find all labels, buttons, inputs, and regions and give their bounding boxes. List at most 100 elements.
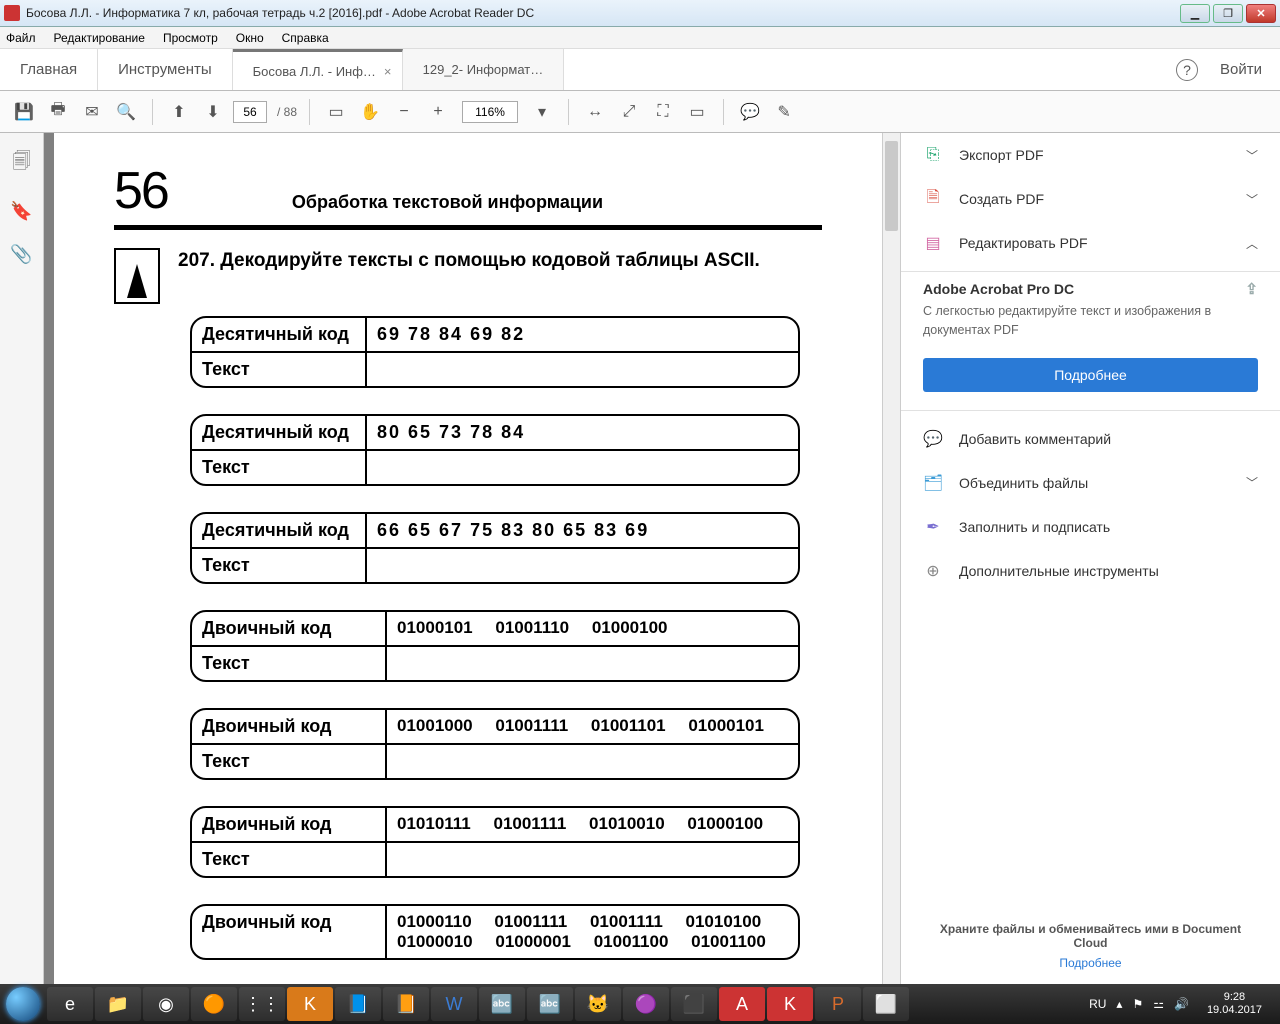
label-text: Текст <box>192 353 367 386</box>
upper-tab-row: Главная Инструменты Босова Л.Л. - Инф… ×… <box>0 49 1280 91</box>
add-comment-item[interactable]: 💬 Добавить комментарий <box>901 417 1280 461</box>
taskbar-chrome-icon[interactable]: ◉ <box>143 987 189 1021</box>
comment-icon[interactable]: 💬 <box>736 98 764 126</box>
fill-sign-item[interactable]: ✒ Заполнить и подписать <box>901 505 1280 549</box>
menu-bar: Файл Редактирование Просмотр Окно Справк… <box>0 27 1280 49</box>
label-text: Текст <box>192 843 387 876</box>
taskbar-word-icon[interactable]: W <box>431 987 477 1021</box>
edit-pdf-item[interactable]: ▤ Редактировать PDF ︿ <box>901 221 1280 265</box>
taskbar-clock[interactable]: 9:28 19.04.2017 <box>1199 991 1270 1017</box>
more-tools-item[interactable]: ⊕ Дополнительные инструменты <box>901 549 1280 593</box>
edit-icon: ▤ <box>923 233 943 253</box>
taskbar-app-icon[interactable]: K <box>287 987 333 1021</box>
mail-icon[interactable]: ✉ <box>78 98 106 126</box>
taskbar-explorer-icon[interactable]: 📁 <box>95 987 141 1021</box>
taskbar-app-icon[interactable]: 🔤 <box>527 987 573 1021</box>
start-button[interactable] <box>0 984 46 1024</box>
window-close-button[interactable]: ✕ <box>1246 4 1276 23</box>
tray-arrow-icon[interactable]: ▴ <box>1116 997 1122 1011</box>
taskbar-app-icon[interactable]: 📙 <box>383 987 429 1021</box>
share-icon[interactable]: ⇪ <box>1245 280 1258 298</box>
document-viewport[interactable]: 56 Обработка текстовой информации 207. Д… <box>44 133 900 984</box>
create-icon: 🗎 <box>923 186 943 213</box>
page-number-heading: 56 <box>114 161 168 221</box>
page-up-icon[interactable]: ⬆ <box>165 98 193 126</box>
login-link[interactable]: Войти <box>1220 61 1262 78</box>
signature-icon: ✒ <box>923 517 943 537</box>
taskbar-app-icon[interactable]: K <box>767 987 813 1021</box>
taskbar-app-icon[interactable]: ⋮⋮ <box>239 987 285 1021</box>
language-indicator[interactable]: RU <box>1089 997 1106 1011</box>
export-pdf-item[interactable]: ⎘ Экспорт PDF ﹀ <box>901 133 1280 177</box>
taskbar-ie-icon[interactable]: e <box>47 987 93 1021</box>
learn-more-button[interactable]: Подробнее <box>923 358 1258 392</box>
chapter-title: Обработка текстовой информации <box>292 192 603 213</box>
fit-page-icon[interactable]: ⤢ <box>615 98 643 126</box>
document-scrollbar[interactable] <box>882 133 900 984</box>
window-minimize-button[interactable]: ▁ <box>1180 4 1210 23</box>
menu-window[interactable]: Окно <box>236 31 264 45</box>
taskbar-app-icon[interactable]: 🟣 <box>623 987 669 1021</box>
label-dec: Десятичный код <box>192 514 367 547</box>
taskbar-acrobat-icon[interactable]: A <box>719 987 765 1021</box>
tools-panel: ⎘ Экспорт PDF ﹀ 🗎 Создать PDF ﹀ ▤ Редакт… <box>900 133 1280 984</box>
page-number-input[interactable] <box>233 101 267 123</box>
highlight-icon[interactable]: ✎ <box>770 98 798 126</box>
taskbar-app-icon[interactable]: 🐱 <box>575 987 621 1021</box>
combine-files-item[interactable]: 🗂 Объединить файлы ﹀ <box>901 461 1280 505</box>
fit-width-icon[interactable]: ↔ <box>581 98 609 126</box>
document-tab-1-label: Босова Л.Л. - Инф… <box>253 64 376 79</box>
help-icon[interactable]: ? <box>1176 59 1198 81</box>
zoom-level-input[interactable] <box>462 101 518 123</box>
left-rail: 🗐 🔖 📎 <box>0 133 44 984</box>
taskbar-app-icon[interactable]: ⬛ <box>671 987 717 1021</box>
zoom-in-icon[interactable]: + <box>424 98 452 126</box>
tab-tools[interactable]: Инструменты <box>98 49 233 90</box>
code-value: 01000101 01001110 01000100 <box>387 612 798 645</box>
window-maximize-button[interactable]: ❐ <box>1213 4 1243 23</box>
document-tab-1[interactable]: Босова Л.Л. - Инф… × <box>233 49 403 90</box>
taskbar-powerpoint-icon[interactable]: P <box>815 987 861 1021</box>
chevron-down-icon: ﹀ <box>1246 147 1258 164</box>
menu-view[interactable]: Просмотр <box>163 31 218 45</box>
chevron-up-icon: ︿ <box>1246 235 1258 252</box>
bookmark-icon[interactable]: 🔖 <box>10 201 32 222</box>
tray-volume-icon[interactable]: 🔊 <box>1174 997 1189 1011</box>
taskbar-app-icon[interactable]: 📘 <box>335 987 381 1021</box>
fullscreen-icon[interactable]: ⛶ <box>649 98 677 126</box>
code-table-2: Десятичный код80 65 73 78 84 Текст <box>190 414 800 486</box>
windows-taskbar: e 📁 ◉ 🟠 ⋮⋮ K 📘 📙 W 🔤 🔤 🐱 🟣 ⬛ A K P ⬜ RU … <box>0 984 1280 1024</box>
reading-mode-icon[interactable]: ▭ <box>683 98 711 126</box>
taskbar-app-icon[interactable]: ⬜ <box>863 987 909 1021</box>
cloud-promo-link[interactable]: Подробнее <box>929 956 1252 970</box>
hand-tool-icon[interactable]: ✋ <box>356 98 384 126</box>
menu-edit[interactable]: Редактирование <box>54 31 145 45</box>
tab-home[interactable]: Главная <box>0 49 98 90</box>
attachment-icon[interactable]: 📎 <box>10 244 32 265</box>
label-text: Текст <box>192 745 387 778</box>
thumbnails-icon[interactable]: 🗐 <box>13 149 31 179</box>
label-dec: Десятичный код <box>192 416 367 449</box>
search-icon[interactable]: 🔍 <box>112 98 140 126</box>
fill-sign-label: Заполнить и подписать <box>959 519 1110 535</box>
save-icon[interactable]: 💾 <box>10 98 38 126</box>
taskbar-app-icon[interactable]: 🔤 <box>479 987 525 1021</box>
system-tray: RU ▴ ⚑ ⚍ 🔊 9:28 19.04.2017 <box>1079 991 1280 1017</box>
page-down-icon[interactable]: ⬇ <box>199 98 227 126</box>
document-tab-2[interactable]: 129_2- Информат… <box>403 49 565 90</box>
document-tab-1-close-icon[interactable]: × <box>384 64 392 79</box>
menu-help[interactable]: Справка <box>282 31 329 45</box>
zoom-out-icon[interactable]: − <box>390 98 418 126</box>
print-icon[interactable]: 🖶 <box>44 98 72 126</box>
select-tool-icon[interactable]: ▭ <box>322 98 350 126</box>
code-table-6: Двоичный код01010111 01001111 01010010 0… <box>190 806 800 878</box>
label-text: Текст <box>192 451 367 484</box>
tray-flag-icon[interactable]: ⚑ <box>1132 997 1143 1011</box>
code-value: 01010111 01001111 01010010 01000100 <box>387 808 798 841</box>
menu-file[interactable]: Файл <box>6 31 36 45</box>
create-pdf-item[interactable]: 🗎 Создать PDF ﹀ <box>901 177 1280 221</box>
tray-network-icon[interactable]: ⚍ <box>1153 997 1164 1011</box>
zoom-dropdown-icon[interactable]: ▾ <box>528 98 556 126</box>
taskbar-app-icon[interactable]: 🟠 <box>191 987 237 1021</box>
scrollbar-thumb[interactable] <box>885 141 898 231</box>
